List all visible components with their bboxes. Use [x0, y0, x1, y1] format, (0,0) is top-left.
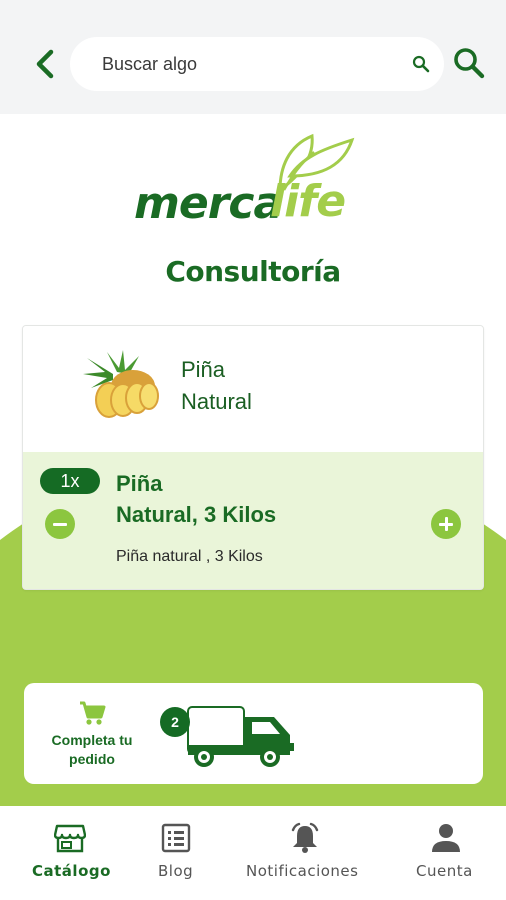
nav-item-catalogo[interactable]: Catálogo: [22, 806, 118, 900]
nav-label-notificaciones: Notificaciones: [246, 862, 359, 880]
nav-item-cuenta[interactable]: Cuenta: [408, 806, 484, 900]
search-box: [70, 37, 444, 91]
product-detail-title-line2: Natural, 3 Kilos: [116, 502, 277, 527]
product-card: Piña Natural 1x Piña Natural, 3 Kilos Pi…: [22, 325, 484, 590]
chevron-left-icon: [36, 49, 54, 79]
search-icon[interactable]: [452, 46, 486, 80]
pineapple-image: [83, 350, 159, 418]
product-name: Piña Natural: [181, 354, 381, 418]
complete-order-card[interactable]: Completa tu pedido 2: [24, 683, 483, 784]
complete-order-label-line1: Completa tu: [51, 732, 133, 748]
quantity-badge: 1x: [40, 468, 100, 494]
delivery-truck-icon: [187, 706, 294, 767]
page-title: Consultoría: [165, 255, 341, 288]
blog-list-icon: [161, 823, 191, 853]
user-icon: [432, 824, 460, 852]
search-icon[interactable]: [411, 54, 431, 74]
product-header[interactable]: Piña Natural: [23, 326, 483, 452]
product-description: Piña natural , 3 Kilos: [116, 548, 263, 565]
nav-label-catalogo: Catálogo: [32, 862, 111, 880]
mercalife-logo: merca life: [134, 133, 355, 224]
decrease-quantity-button[interactable]: [45, 509, 75, 539]
cart-count-badge: 2: [160, 707, 190, 737]
product-detail: 1x Piña Natural, 3 Kilos Piña natural , …: [23, 452, 483, 589]
bottom-navigation: Catálogo Blog Notificaciones Cuenta: [0, 806, 506, 900]
svg-text:life: life: [270, 176, 345, 224]
svg-text:merca: merca: [134, 178, 282, 224]
nav-label-blog: Blog: [158, 862, 194, 880]
top-bar: [0, 0, 506, 114]
nav-item-blog[interactable]: Blog: [144, 806, 208, 900]
search-input[interactable]: [102, 37, 392, 91]
bell-icon: [291, 822, 319, 853]
product-name-line1: Piña: [181, 357, 226, 382]
complete-order-label-line2: pedido: [69, 751, 115, 767]
increase-quantity-button[interactable]: [431, 509, 461, 539]
complete-order-label: Completa tu pedido: [36, 731, 148, 769]
store-icon: [54, 824, 86, 853]
nav-item-notificaciones[interactable]: Notificaciones: [240, 806, 370, 900]
product-detail-title-line1: Piña: [116, 471, 163, 496]
product-name-line2: Natural: [181, 389, 252, 414]
product-detail-title: Piña Natural, 3 Kilos: [116, 468, 376, 530]
back-button[interactable]: [30, 46, 60, 82]
shopping-cart-icon: [80, 701, 106, 725]
nav-label-cuenta: Cuenta: [416, 862, 473, 880]
